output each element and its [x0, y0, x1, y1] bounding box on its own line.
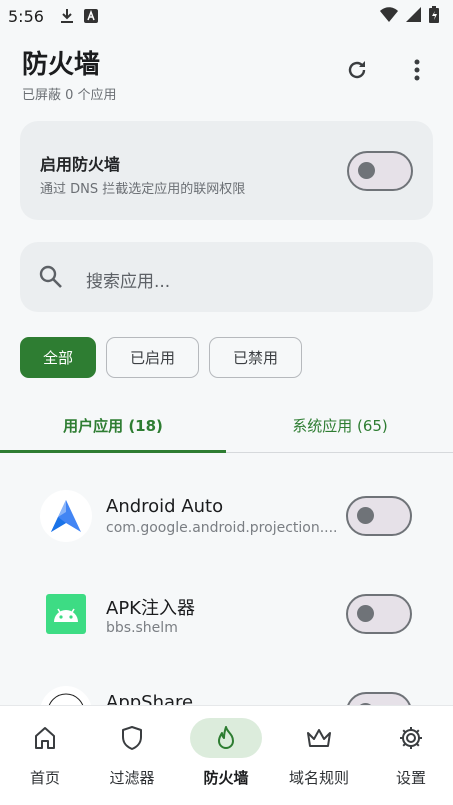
- filter-chip-all[interactable]: 全部: [20, 337, 96, 378]
- tab-indicator: [0, 450, 226, 453]
- nav-firewall[interactable]: 防火墙: [181, 706, 271, 805]
- download-icon: [60, 8, 74, 24]
- firewall-toggle-label: 启用防火墙: [40, 155, 121, 174]
- search-input[interactable]: 搜索应用...: [20, 242, 433, 312]
- nav-label: 域名规则: [288, 769, 349, 787]
- bottom-navigation: 首页 过滤器 防火墙 域名规则 设置: [0, 706, 453, 805]
- nav-home[interactable]: 首页: [0, 706, 90, 805]
- app-package: bbs.shelm: [106, 620, 178, 636]
- search-icon: [38, 264, 64, 294]
- filter-chip-disabled[interactable]: 已禁用: [209, 337, 302, 378]
- battery-icon: [429, 5, 439, 27]
- app-name: APK注入器: [106, 598, 195, 619]
- more-options-button[interactable]: [401, 56, 433, 88]
- nav-label: 首页: [29, 769, 60, 787]
- app-switch[interactable]: [346, 692, 412, 706]
- nav-filters[interactable]: 过滤器: [87, 706, 177, 805]
- signal-icon: [406, 6, 421, 26]
- app-name: Android Auto: [106, 496, 224, 517]
- app-list: Android Auto com.google.android.projecti…: [0, 466, 453, 706]
- switch-knob: [357, 507, 374, 524]
- shield-icon: [96, 718, 168, 758]
- appshare-icon: [40, 686, 92, 706]
- search-placeholder: 搜索应用...: [86, 272, 171, 292]
- page-title: 防火墙: [22, 50, 101, 80]
- gear-icon: [375, 718, 447, 758]
- list-item[interactable]: AppShare: [0, 662, 453, 706]
- nav-domain-rules[interactable]: 域名规则: [274, 706, 364, 805]
- android-robot-icon: [40, 588, 92, 640]
- firewall-toggle-card: 启用防火墙 通过 DNS 拦截选定应用的联网权限: [20, 121, 433, 220]
- firewall-toggle-description: 通过 DNS 拦截选定应用的联网权限: [40, 182, 246, 197]
- firewall-switch[interactable]: [347, 151, 413, 191]
- status-bar: 5:56: [0, 0, 453, 32]
- app-switch[interactable]: [346, 594, 412, 634]
- app-switch[interactable]: [346, 496, 412, 536]
- app-package: com.google.android.projection....: [106, 520, 338, 536]
- list-item[interactable]: APK注入器 bbs.shelm: [0, 564, 453, 660]
- nav-label: 防火墙: [203, 769, 249, 787]
- nav-settings[interactable]: 设置: [366, 706, 453, 805]
- crown-icon: [283, 718, 355, 758]
- tab-system-apps[interactable]: 系统应用 (65): [227, 398, 453, 452]
- android-auto-icon: [40, 490, 92, 542]
- switch-knob: [357, 605, 374, 622]
- wifi-icon: [380, 6, 398, 26]
- a-box-icon: [83, 9, 98, 23]
- filter-chips: 全部 已启用 已禁用: [20, 337, 302, 378]
- app-bar: 防火墙 已屏蔽 0 个应用: [0, 36, 453, 106]
- blocked-count: 已屏蔽 0 个应用: [22, 88, 117, 103]
- more-vert-icon: [414, 59, 420, 85]
- fire-icon: [190, 718, 262, 758]
- status-time: 5:56: [8, 6, 44, 26]
- app-name: AppShare: [106, 692, 194, 706]
- refresh-icon: [345, 58, 369, 86]
- switch-knob: [358, 162, 375, 179]
- nav-label: 过滤器: [109, 769, 155, 787]
- home-icon: [9, 718, 81, 758]
- list-item[interactable]: Android Auto com.google.android.projecti…: [0, 466, 453, 562]
- nav-label: 设置: [395, 769, 426, 787]
- app-type-tabs: 用户应用 (18) 系统应用 (65): [0, 398, 453, 453]
- refresh-button[interactable]: [341, 56, 373, 88]
- tab-user-apps[interactable]: 用户应用 (18): [0, 398, 226, 452]
- filter-chip-enabled[interactable]: 已启用: [106, 337, 199, 378]
